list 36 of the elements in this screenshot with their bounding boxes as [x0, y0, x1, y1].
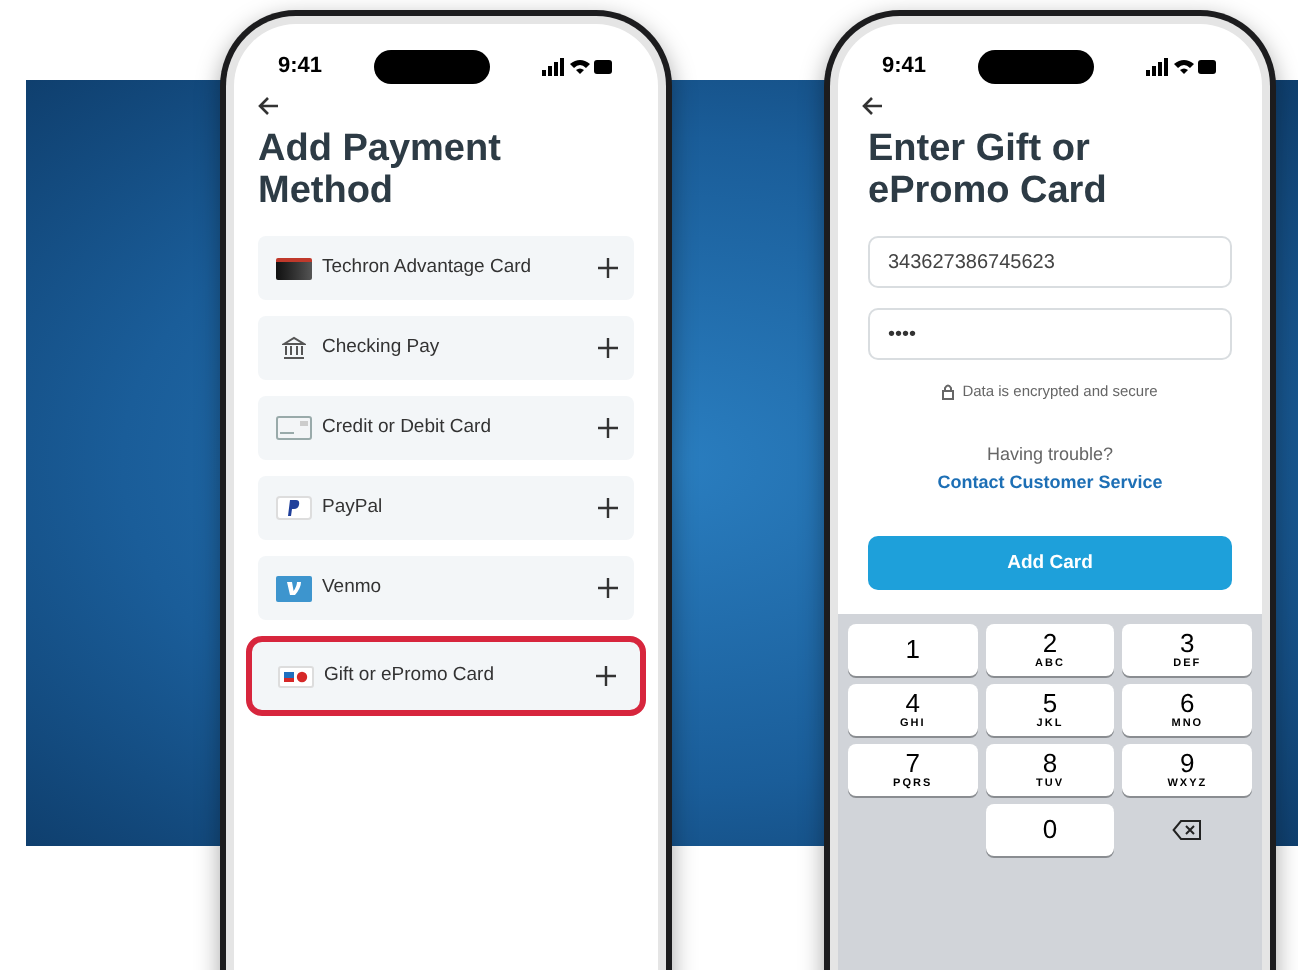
plus-icon	[598, 418, 618, 438]
payment-method-item[interactable]: Techron Advantage Card	[258, 236, 634, 300]
gift-card-icon	[278, 665, 314, 687]
keypad-key[interactable]: 1	[848, 624, 978, 677]
keypad-key[interactable]: 0	[985, 804, 1115, 857]
status-time: 9:41	[882, 51, 927, 82]
plus-icon	[596, 666, 616, 686]
dynamic-island	[374, 49, 491, 83]
lock-icon	[942, 383, 955, 400]
bank-icon	[282, 336, 306, 360]
payment-method-item[interactable]: Venmo	[258, 556, 634, 620]
screen-title: Add Payment Method	[258, 128, 503, 212]
screen-title: Enter Gift or ePromo Card	[868, 128, 1109, 212]
help-text: Having trouble?	[984, 442, 1116, 469]
plus-icon	[598, 258, 618, 278]
backspace-icon[interactable]	[1172, 820, 1203, 841]
status-time: 9:41	[278, 51, 323, 82]
back-arrow-icon[interactable]	[862, 96, 884, 116]
back-arrow-icon[interactable]	[258, 96, 280, 116]
status-icons	[542, 57, 614, 75]
payment-method-item[interactable]: Credit or Debit Card	[258, 396, 634, 460]
credit-card-icon	[276, 416, 312, 440]
card-icon	[276, 257, 312, 279]
payment-method-item[interactable]: Checking Pay	[258, 316, 634, 380]
plus-icon	[598, 578, 618, 598]
payment-method-item[interactable]: Gift or ePromo Card	[246, 636, 646, 716]
plus-icon	[598, 498, 618, 518]
dynamic-island	[978, 49, 1095, 83]
contact-link[interactable]: Contact Customer Service	[937, 469, 1163, 497]
paypal-logo-icon	[276, 496, 312, 520]
status-icons	[1146, 57, 1218, 75]
payment-method-item[interactable]: PayPal	[258, 476, 634, 540]
pin-field[interactable]: ••••	[868, 308, 1232, 360]
venmo-logo-icon	[276, 575, 312, 601]
plus-icon	[598, 338, 618, 358]
card-number-field[interactable]: 343627386745623	[868, 236, 1232, 288]
